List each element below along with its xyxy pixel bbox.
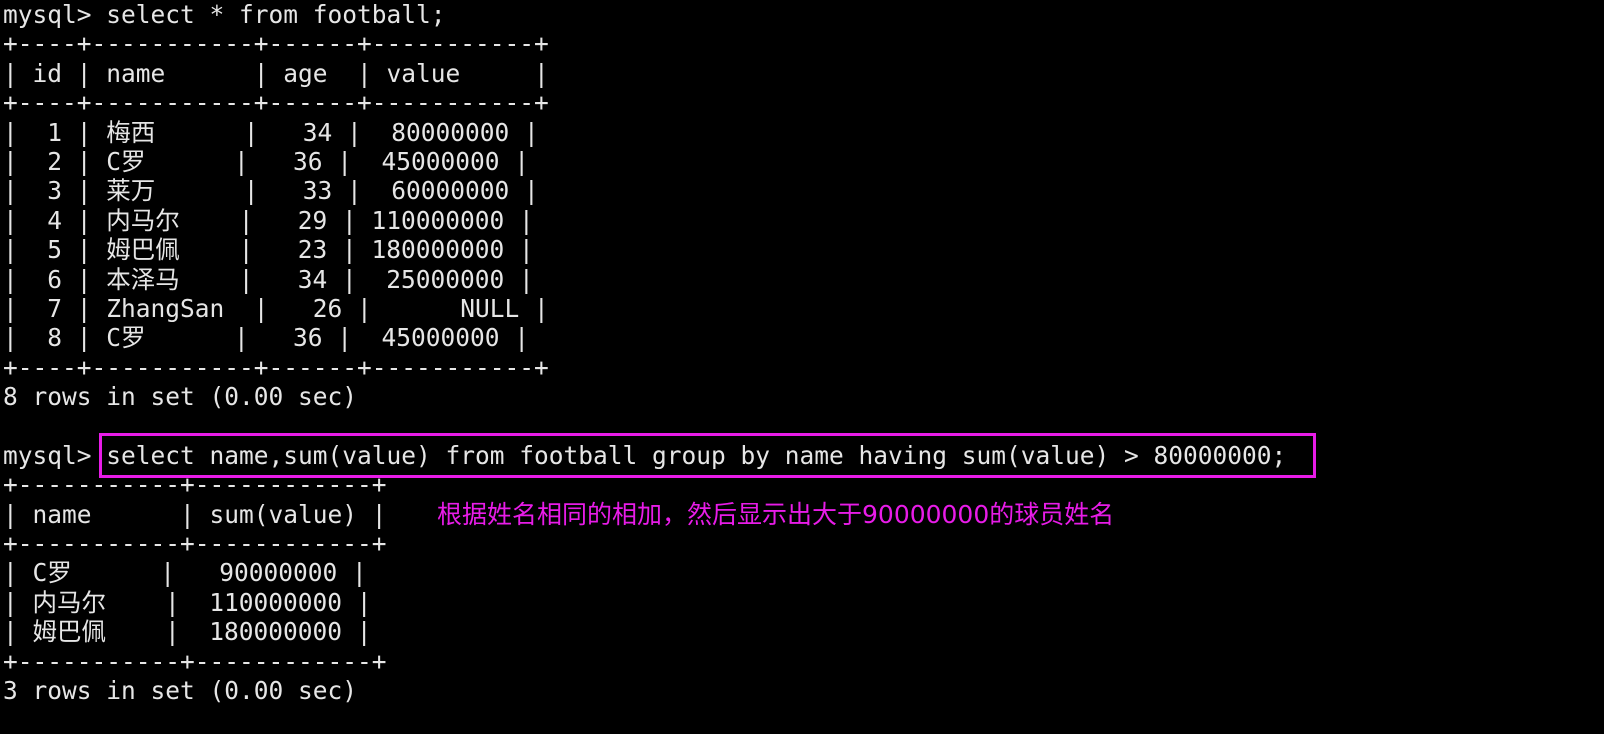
table2-row-count: 3 rows in set (0.00 sec)	[3, 675, 358, 705]
table1-header-separator: +----+-----------+------+-----------+	[3, 88, 549, 118]
table2-bottom-separator: +-----------+------------+	[3, 646, 387, 676]
highlighted-command-row: mysql> select name,sum(value) from footb…	[0, 432, 1604, 478]
table2-top-separator: +-----------+------------+	[3, 470, 387, 500]
table1-bottom-separator: +----+-----------+------+-----------+	[3, 352, 549, 382]
command-line-1: mysql> select * from football;	[3, 0, 446, 29]
terminal-window[interactable]: mysql> select * from football; +----+---…	[0, 0, 1604, 734]
table-row: | 1 | 梅西 | 34 | 80000000 |	[3, 117, 539, 147]
table2-header-separator: +-----------+------------+	[3, 529, 387, 559]
table1-top-separator: +----+-----------+------+-----------+	[3, 29, 549, 59]
table-row: | 内马尔 | 110000000 |	[3, 587, 372, 617]
table-row: | C罗 | 90000000 |	[3, 558, 367, 588]
table-row: | 7 | ZhangSan | 26 | NULL |	[3, 293, 549, 323]
table-row: | 2 | C罗 | 36 | 45000000 |	[3, 146, 530, 176]
table-row: | 8 | C罗 | 36 | 45000000 |	[3, 323, 530, 353]
command-line-2: mysql> select name,sum(value) from footb…	[3, 440, 1287, 470]
table-row: | 姆巴佩 | 180000000 |	[3, 617, 372, 647]
table-row: | 6 | 本泽马 | 34 | 25000000 |	[3, 264, 534, 294]
table-row: | 4 | 内马尔 | 29 | 110000000 |	[3, 205, 534, 235]
table1-header-row: | id | name | age | value |	[3, 58, 549, 88]
table-row: | 3 | 莱万 | 33 | 60000000 |	[3, 176, 539, 206]
table1-row-count: 8 rows in set (0.00 sec)	[3, 382, 358, 412]
table-row: | 5 | 姆巴佩 | 23 | 180000000 |	[3, 235, 534, 265]
annotation-text: 根据姓名相同的相加，然后显示出大于90000000的球员姓名	[437, 500, 1115, 529]
